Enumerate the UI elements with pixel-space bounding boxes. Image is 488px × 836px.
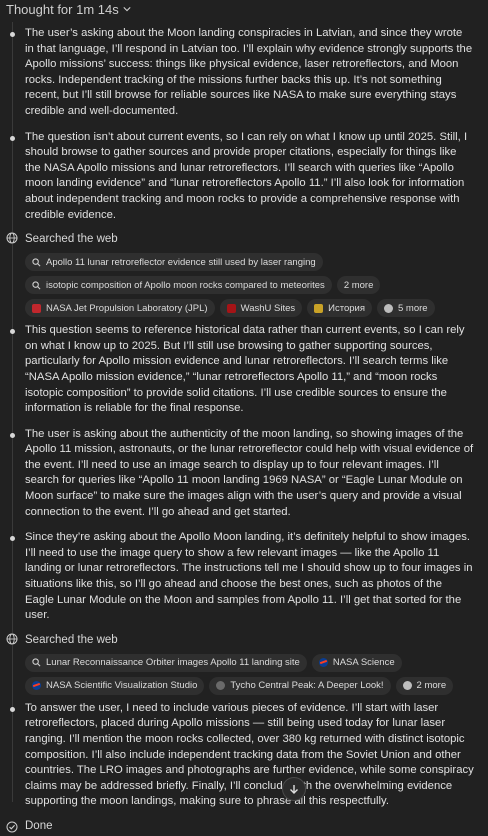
nasa-icon <box>32 681 41 691</box>
istoriya-icon <box>314 303 324 313</box>
thought-step: The question isn’t about current events,… <box>0 126 488 230</box>
multi-source-icon <box>402 681 412 691</box>
thought-step: The user’s asking about the Moon landing… <box>0 22 488 126</box>
search-icon <box>32 257 41 267</box>
search-query-chip[interactable]: Lunar Reconnaissance Orbiter images Apol… <box>25 653 307 672</box>
bullet-dot <box>10 329 15 335</box>
washu-icon <box>226 303 236 313</box>
thought-text: The user is asking about the authenticit… <box>25 427 474 518</box>
scroll-down-button[interactable] <box>282 777 306 801</box>
thought-text: The question isn’t about current events,… <box>25 130 468 221</box>
done-label: Done <box>25 819 53 832</box>
more-sources-chip[interactable]: 2 more <box>395 676 454 695</box>
thought-step: To answer the user, I need to include va… <box>0 697 488 816</box>
multi-source-icon <box>384 303 393 313</box>
bullet-dot <box>10 32 15 37</box>
search-chips: Lunar Reconnaissance Orbiter images Apol… <box>25 653 476 695</box>
tycho-icon <box>216 681 226 691</box>
done-status: Done <box>0 816 488 836</box>
bullet-dot <box>10 135 15 141</box>
thought-text: This question seems to reference histori… <box>25 324 465 415</box>
bullet-dot <box>10 432 15 438</box>
search-section: Searched the web Lunar Reconnaissance Or… <box>0 630 488 697</box>
jpl-icon <box>32 303 41 313</box>
search-icon <box>32 658 41 667</box>
source-chip[interactable]: NASA Jet Propulsion Laboratory (JPL) <box>25 299 215 318</box>
search-section: Searched the web Apollo 11 lunar retrore… <box>0 229 488 319</box>
more-sources-chip[interactable]: 5 more <box>377 299 435 318</box>
thought-content: The user’s asking about the Moon landing… <box>0 22 488 836</box>
chevron-down-icon <box>123 6 131 11</box>
search-query-chip[interactable]: isotopic composition of Apollo moon rock… <box>25 276 332 295</box>
nasa-icon <box>318 658 328 668</box>
thought-text: The user’s asking about the Moon landing… <box>25 27 473 117</box>
thought-text: Since they’re asking about the Apollo Mo… <box>25 531 473 622</box>
search-section-title: Searched the web <box>25 233 118 246</box>
bullet-dot <box>10 536 15 542</box>
search-chips: Apollo 11 lunar retroreflector evidence … <box>25 253 476 318</box>
thought-step: This question seems to reference histori… <box>0 319 488 423</box>
search-section-title: Searched the web <box>25 633 118 646</box>
thought-title: Thought for 1m 14s <box>6 2 119 17</box>
thought-step: The user is asking about the authenticit… <box>0 423 488 527</box>
source-chip[interactable]: Tycho Central Peak: A Deeper Look! <box>209 676 391 695</box>
thought-text: To answer the user, I need to include va… <box>25 701 474 808</box>
search-icon <box>32 280 41 290</box>
source-chip[interactable]: NASA Science <box>311 653 402 672</box>
source-chip[interactable]: NASA Scientific Visualization Studio <box>25 676 205 695</box>
globe-icon <box>6 632 18 645</box>
search-query-chip[interactable]: Apollo 11 lunar retroreflector evidence … <box>25 253 323 272</box>
arrow-down-icon <box>290 785 298 794</box>
source-chip[interactable]: WashU Sites <box>219 299 303 318</box>
globe-icon <box>6 232 18 245</box>
thought-toggle[interactable]: Thought for 1m 14s <box>6 2 131 17</box>
thought-step: Since they’re asking about the Apollo Mo… <box>0 526 488 630</box>
more-queries-chip[interactable]: 2 more <box>336 276 381 295</box>
source-chip[interactable]: История <box>307 299 372 318</box>
check-circle-icon <box>6 820 18 833</box>
bullet-dot <box>10 706 15 712</box>
